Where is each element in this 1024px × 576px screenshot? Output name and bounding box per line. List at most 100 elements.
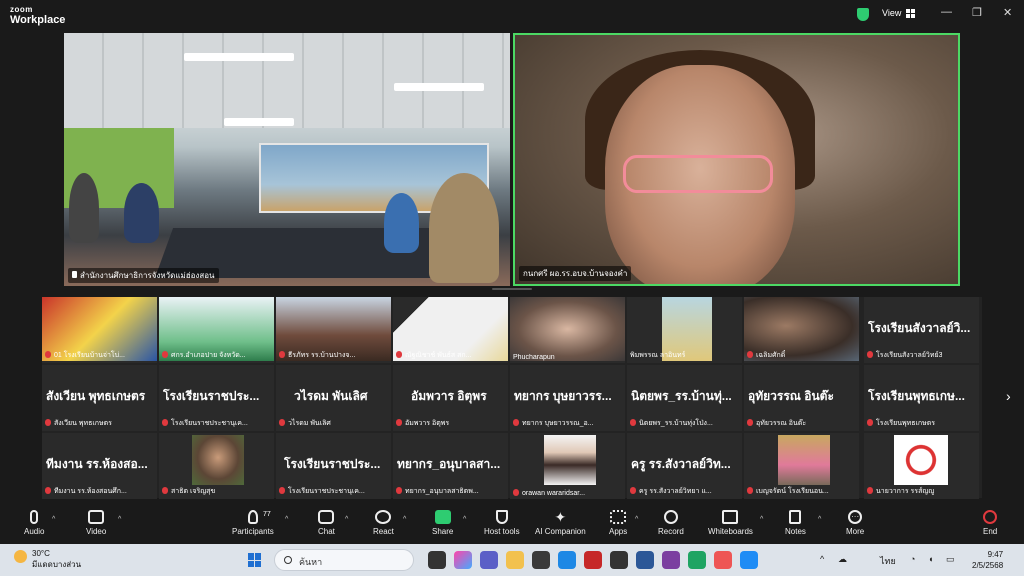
word-icon[interactable] — [636, 551, 654, 569]
participant-label: Phucharapun — [513, 354, 555, 361]
participant-tile[interactable]: นายวาการ รรส์ญญู — [864, 433, 979, 499]
participant-tile[interactable]: นิตยพร_รร.บ้านทุ่... นิตยพร_รร.บ้านทุ่งโป… — [627, 365, 742, 431]
whiteboards-button[interactable]: Whiteboards — [708, 510, 753, 536]
tray-chevron-icon[interactable]: ^ — [820, 554, 824, 564]
onedrive-icon[interactable]: ☁ — [838, 554, 847, 565]
notes-options-chevron-icon[interactable]: ^ — [818, 516, 821, 523]
participant-tile[interactable]: สาธิต เจริญสุข — [159, 433, 274, 499]
participant-display-name: ทยากร บุษยาวรร... — [514, 389, 612, 403]
participant-tile[interactable]: โรงเรียนราชประ... โรงเรียนราชประชานุเค... — [159, 365, 274, 431]
wifi-icon[interactable]: ◔ — [910, 554, 915, 564]
edge-icon[interactable] — [688, 551, 706, 569]
participant-tile[interactable]: อัมพวาร อิตุพร อัมพวาร อิตุพร — [393, 365, 508, 431]
video-button[interactable]: Video — [86, 510, 106, 536]
zoom-taskbar-icon[interactable] — [740, 551, 758, 569]
participant-tile[interactable]: โรงเรียนพุทธเกษ... โรงเรียนพุทธเกษตร — [864, 365, 979, 431]
start-windows-icon[interactable] — [248, 553, 262, 567]
participant-tile[interactable]: โรงเรียนสังวาลย์วิ... โรงเรียนสังวาลย์วิ… — [864, 297, 979, 363]
participant-tile[interactable]: ครู รร.สังวาลย์วิท... ครู รร.สังวาลย์วิทย… — [627, 433, 742, 499]
more-button[interactable]: ··· More — [846, 510, 864, 536]
end-label: End — [983, 527, 998, 536]
participant-display-name: โรงเรียนพุทธเกษ... — [868, 389, 965, 403]
app-icon[interactable] — [610, 551, 628, 569]
participant-label: สังเวียน พุทธเกษตร — [45, 418, 112, 429]
participant-name: โรงเรียนพุทธเกษตร — [876, 420, 936, 427]
audio-button[interactable]: Audio — [24, 510, 44, 536]
view-button[interactable]: View — [882, 8, 916, 18]
taskbar-search[interactable]: ค้นหา — [274, 549, 414, 571]
close-icon[interactable]: ✕ — [1003, 6, 1012, 19]
battery-icon[interactable]: ▭ — [946, 554, 955, 565]
teams-icon[interactable] — [480, 551, 498, 569]
apps-button[interactable]: Apps — [609, 510, 627, 536]
participant-tile[interactable]: โรงเรียนราชประ... โรงเรียนราชประชานุเค... — [276, 433, 391, 499]
apps-options-chevron-icon[interactable]: ^ — [635, 516, 638, 523]
end-button[interactable]: End — [983, 510, 997, 536]
participant-tile[interactable]: ทยากร บุษยาวรร... ทยากร บุษยาวรรณ_อ... — [510, 365, 625, 431]
host-tools-button[interactable]: Host tools — [484, 510, 520, 536]
store-icon[interactable] — [532, 551, 550, 569]
chat-options-chevron-icon[interactable]: ^ — [345, 516, 348, 523]
participant-thumbnail — [192, 435, 244, 485]
participant-tile[interactable]: เบญจรัตน์ โรงเรียนอน... — [744, 433, 859, 499]
weather-widget[interactable]: 30°C มีแดดบางส่วน — [14, 548, 81, 570]
outlook-icon[interactable] — [558, 551, 576, 569]
participant-name: 01 โรงเรียนบ้านจ่าโบ่... — [54, 352, 125, 359]
react-button[interactable]: React — [373, 510, 394, 536]
participants-icon — [247, 510, 258, 524]
file-explorer-icon[interactable] — [506, 551, 524, 569]
participant-label: โรงเรียนพุทธเกษตร — [867, 418, 935, 429]
speaker-video-2[interactable]: กนกศรี ผอ.รร.อบจ.บ้านจองคำ — [513, 33, 960, 286]
participant-name: นิตยพร_รร.บ้านทุ่งโป่ง... — [639, 420, 713, 427]
system-clock[interactable]: 9:47 2/5/2568 — [972, 549, 1003, 571]
video-options-chevron-icon[interactable]: ^ — [118, 516, 121, 523]
share-options-chevron-icon[interactable]: ^ — [463, 516, 466, 523]
resize-handle[interactable] — [492, 288, 532, 290]
react-options-chevron-icon[interactable]: ^ — [403, 516, 406, 523]
audio-options-chevron-icon[interactable]: ^ — [52, 516, 55, 523]
task-view-icon[interactable] — [428, 551, 446, 569]
participant-person — [384, 193, 419, 253]
participant-tile[interactable]: ณัฐณิชาช์ พันธ์ส สก... — [393, 297, 508, 363]
share-button[interactable]: Share — [432, 510, 453, 536]
participant-tile[interactable]: orawan wararidsar... — [510, 433, 625, 499]
app-do-icon[interactable] — [662, 551, 680, 569]
participant-thumbnail — [510, 297, 625, 361]
chat-button[interactable]: Chat — [318, 510, 335, 536]
participant-display-name: โรงเรียนราชประ... — [284, 457, 381, 471]
speaker-icon[interactable]: ◖ — [928, 554, 933, 564]
participant-display-name: นิตยพร_รร.บ้านทุ่... — [631, 389, 732, 403]
participant-tile[interactable]: พิมพรรณ ลาอินทร์ — [627, 297, 742, 363]
search-icon — [284, 556, 292, 564]
participants-options-chevron-icon[interactable]: ^ — [285, 516, 288, 523]
participant-name: เบญจรัตน์ โรงเรียนอน... — [756, 488, 829, 495]
participant-tile[interactable]: ทยากร_อนุบาลสา... ทยากร_อนุบาลสาธิตพ... — [393, 433, 508, 499]
participant-tile[interactable]: Phucharapun — [510, 297, 625, 363]
mic-muted-icon — [45, 487, 51, 494]
input-language[interactable]: ไทย — [880, 554, 896, 568]
mic-muted-icon — [513, 489, 519, 496]
participant-tile[interactable]: สังเวียน พุทธเกษตร สังเวียน พุทธเกษตร — [42, 365, 157, 431]
participant-label: ณัฐณิชาช์ พันธ์ส สก... — [396, 350, 471, 361]
minimize-icon[interactable]: — — [941, 6, 952, 18]
participant-name: อัมพวาร อิตุพร — [405, 420, 450, 427]
restore-icon[interactable]: ❐ — [972, 6, 982, 19]
participant-tile[interactable]: 01 โรงเรียนบ้านจ่าโบ่... — [42, 297, 157, 363]
participant-tile[interactable]: ศกร.อำเภอปาย จังหวัด... — [159, 297, 274, 363]
paint-icon[interactable] — [714, 551, 732, 569]
speaker-glasses — [623, 155, 773, 193]
participant-tile[interactable]: เฉลิมศักดิ์ — [744, 297, 859, 363]
record-button[interactable]: Record — [658, 510, 684, 536]
participant-tile[interactable]: ทีมงาน รร.ห้องสอ... ทีมงาน รร.ห้องสอนศึก.… — [42, 433, 157, 499]
ai-companion-button[interactable]: ✦ AI Companion — [535, 510, 586, 536]
participant-tile[interactable]: อุทัยวรรณ อินต๊ะ อุทัยวรรณ อินต๊ะ — [744, 365, 859, 431]
participant-tile[interactable]: วไรดม พันเลิศ วไรดม พันเลิศ — [276, 365, 391, 431]
next-page-arrow-icon[interactable]: › — [1006, 388, 1011, 404]
antivirus-icon[interactable] — [584, 551, 602, 569]
encryption-shield-icon[interactable] — [857, 8, 869, 21]
copilot-icon[interactable] — [454, 551, 472, 569]
participant-tile[interactable]: ธีรภัทร รร.บ้านปางจ... — [276, 297, 391, 363]
notes-button[interactable]: Notes — [785, 510, 806, 536]
whiteboards-options-chevron-icon[interactable]: ^ — [760, 516, 763, 523]
speaker-video-1[interactable]: สำนักงานศึกษาธิการจังหวัดแม่ฮ่องสอน — [64, 33, 510, 286]
